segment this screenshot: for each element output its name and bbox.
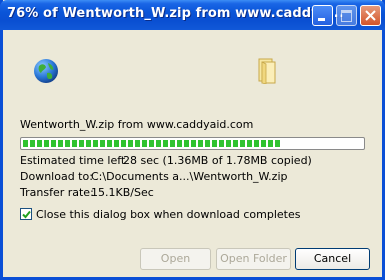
progress-fill [23, 140, 281, 147]
maximize-button[interactable] [336, 5, 357, 26]
checkmark-icon [22, 210, 31, 219]
estimated-time-value: 28 sec (1.36MB of 1.78MB copied) [123, 154, 312, 167]
globe-icon [34, 59, 58, 83]
title-bar[interactable]: 76% of Wentworth_W.zip from www.caddya..… [0, 0, 385, 30]
close-icon [365, 10, 376, 21]
close-button[interactable] [360, 5, 381, 26]
open-folder-button[interactable]: Open Folder [216, 248, 291, 270]
transfer-rate-value: 15.1KB/Sec [91, 186, 154, 199]
close-when-done-checkbox[interactable] [20, 208, 32, 220]
download-to-label: Download to: [20, 170, 93, 183]
download-to-value: C:\Documents a...\Wentworth_W.zip [91, 170, 288, 183]
transfer-rate-label: Transfer rate: [20, 186, 94, 199]
download-source: Wentworth_W.zip from www.caddyaid.com [20, 118, 254, 131]
open-button[interactable]: Open [140, 248, 211, 270]
window-title: 76% of Wentworth_W.zip from www.caddya..… [7, 6, 344, 21]
minimize-button[interactable] [312, 5, 333, 26]
folder-icon [258, 58, 276, 84]
download-dialog: 76% of Wentworth_W.zip from www.caddya..… [0, 0, 385, 280]
estimated-time-label: Estimated time left [20, 154, 126, 167]
download-progress-bar [20, 137, 365, 150]
close-when-done-label[interactable]: Close this dialog box when download comp… [36, 208, 300, 221]
cancel-button[interactable]: Cancel [295, 248, 370, 270]
